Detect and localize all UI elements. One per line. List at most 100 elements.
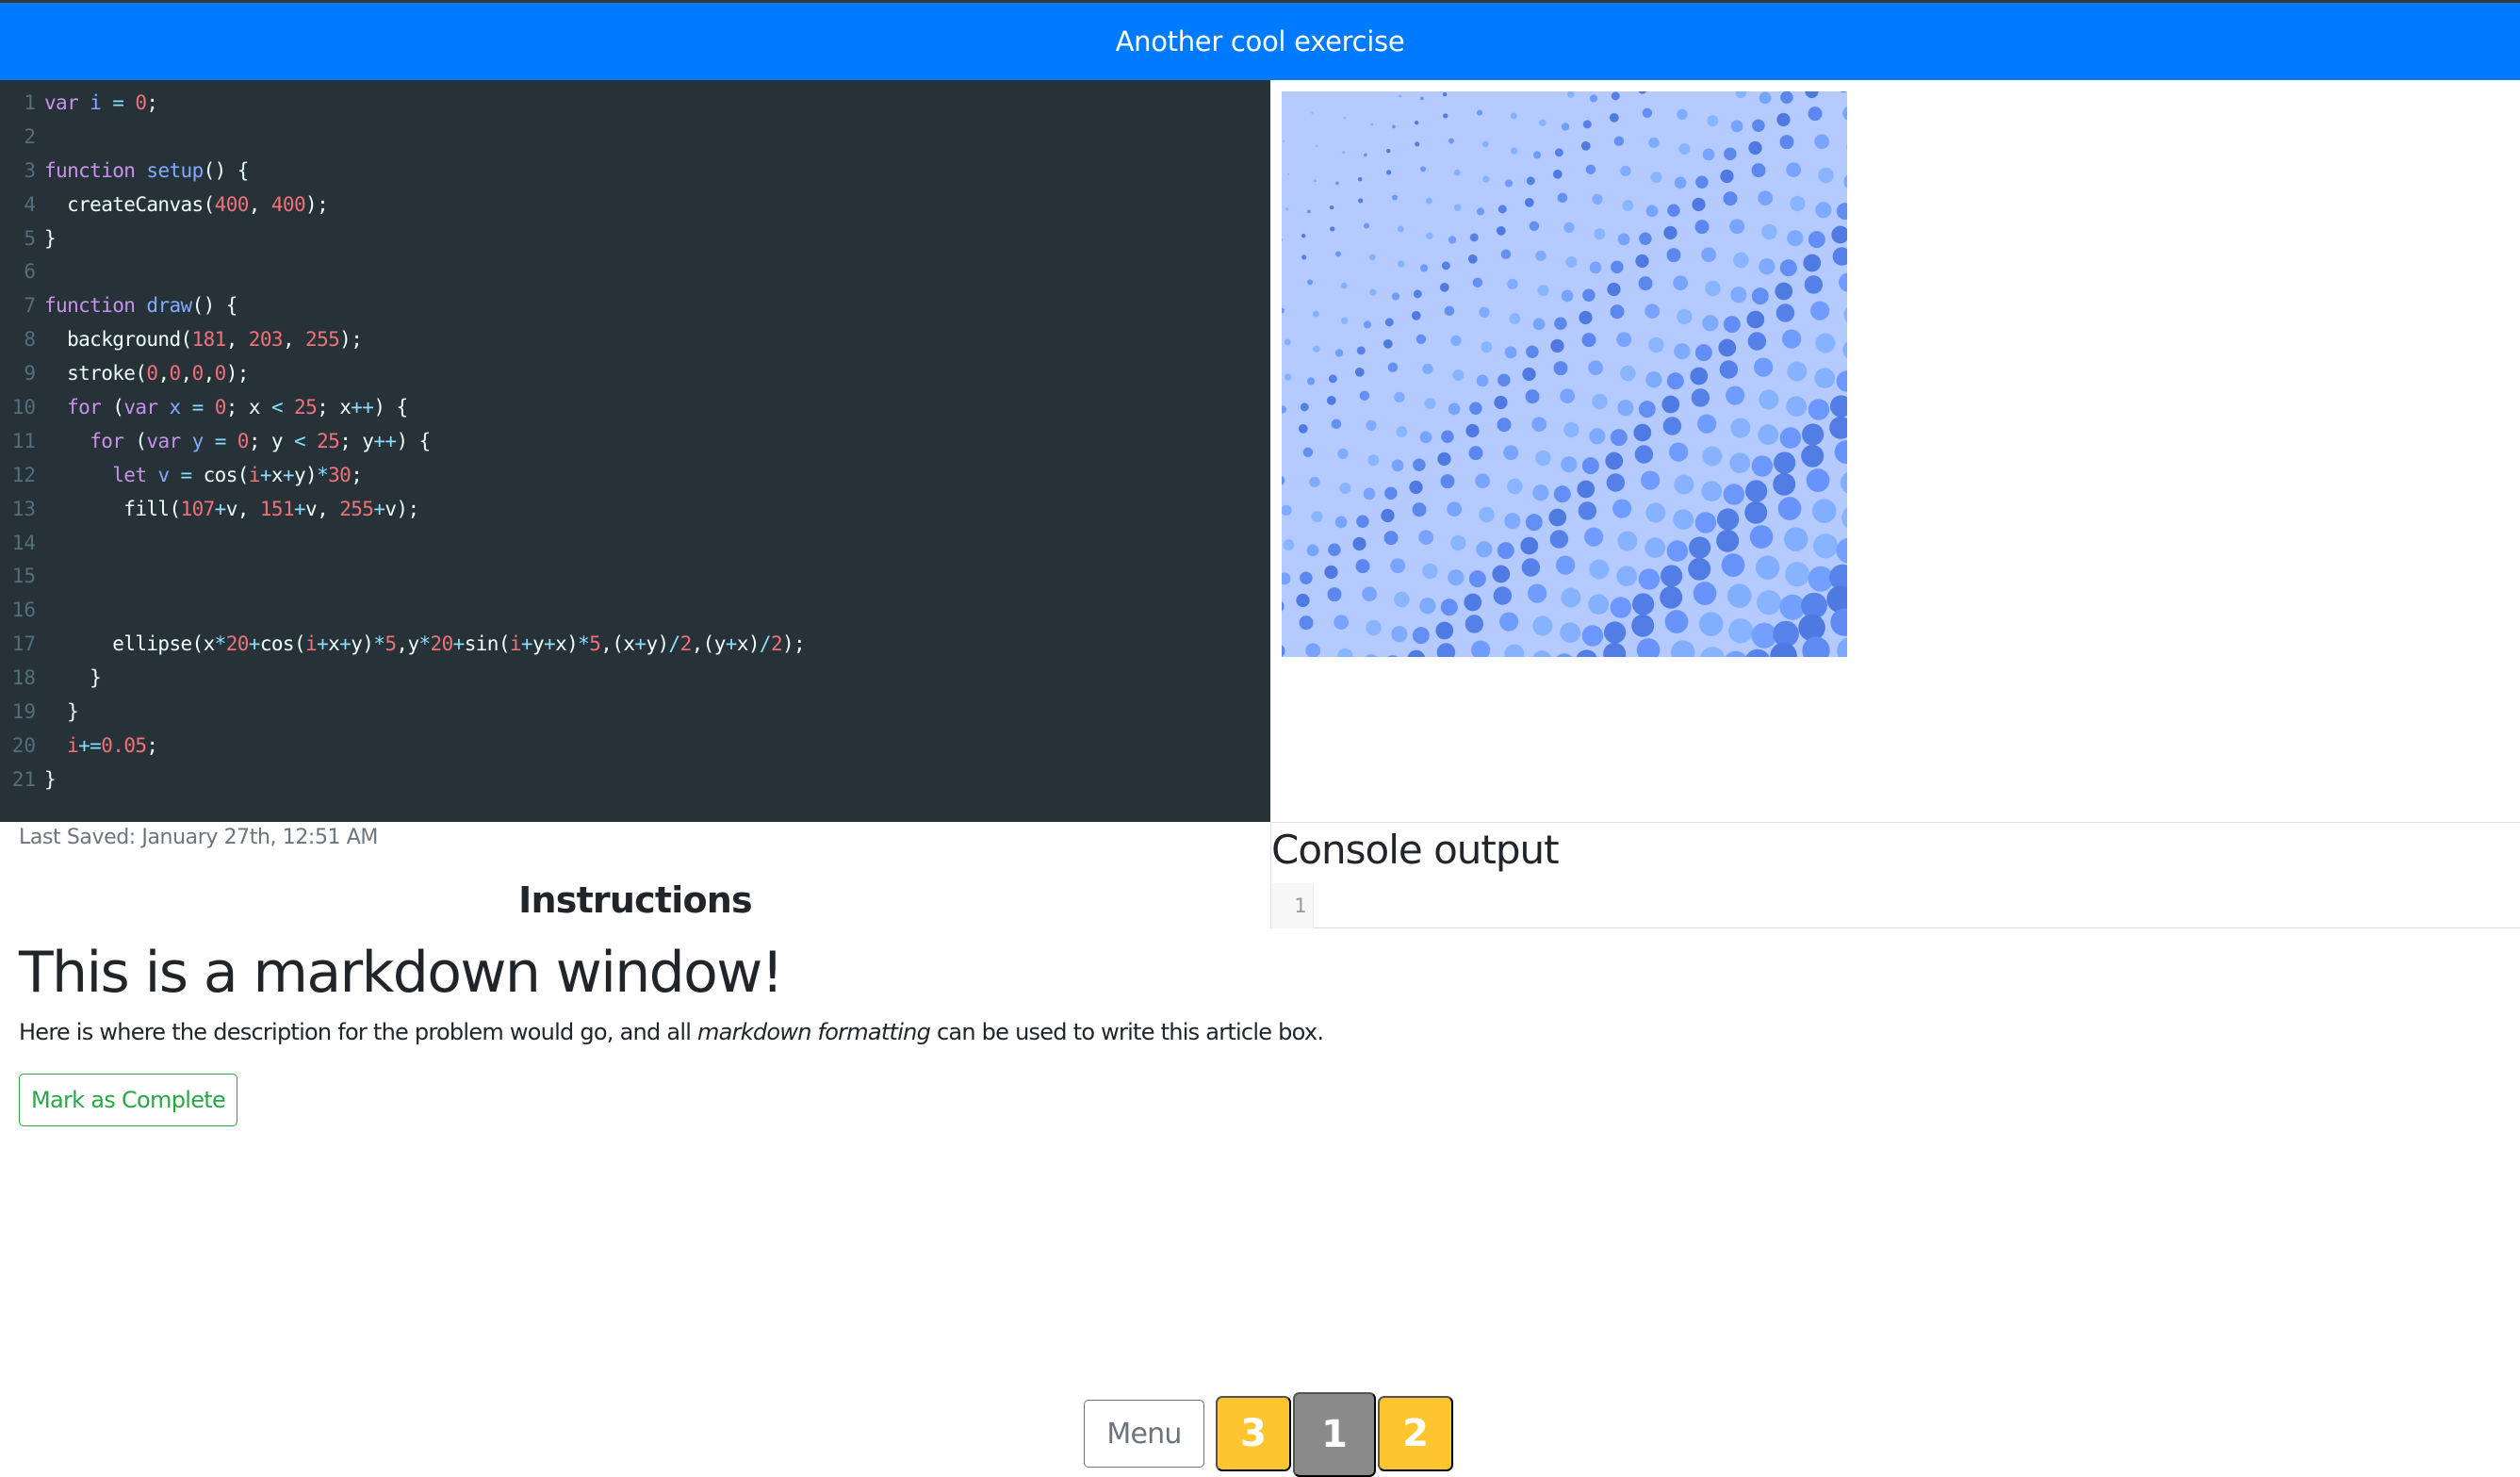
sketch-dot xyxy=(1384,318,1394,327)
mark-complete-button[interactable]: Mark as Complete xyxy=(19,1074,237,1126)
line-number: 11 xyxy=(11,429,36,452)
code-editor[interactable]: 1 var i = 0; 2 3 function setup() {4 createC… xyxy=(0,80,1270,822)
code-token-txt: ; y xyxy=(339,429,374,452)
sketch-dot xyxy=(1631,614,1655,637)
sketch-dot xyxy=(1339,483,1351,495)
code-token-txt: x) xyxy=(555,632,579,656)
code-line[interactable]: 5} xyxy=(0,222,805,256)
code-token-op: + xyxy=(725,632,738,656)
code-token-op: < xyxy=(270,396,284,419)
code-token-txt: , xyxy=(248,192,271,216)
code-token-num: 0 xyxy=(169,362,181,386)
code-line[interactable]: 10 for (var x = 0; x < 25; x++) { xyxy=(0,391,805,425)
code-token-var: y xyxy=(191,429,205,452)
sketch-dot xyxy=(1364,153,1367,157)
code-line[interactable]: 15 xyxy=(0,560,805,594)
sketch-dot xyxy=(1691,388,1710,407)
sketch-dot xyxy=(1500,249,1512,260)
sketch-dot xyxy=(1418,530,1434,546)
code-line[interactable]: 11 for (var y = 0; y < 25; y++) { xyxy=(0,425,805,459)
sketch-dot xyxy=(1413,458,1426,472)
sketch-dot xyxy=(1560,622,1581,644)
page-button-current[interactable]: 1 xyxy=(1293,1392,1376,1477)
code-text: ellipse(x*20+cos(i+x+y)*5,y*20+sin(i+y+x… xyxy=(44,628,805,662)
sketch-dot xyxy=(1415,334,1427,345)
sketch-dot xyxy=(1306,544,1319,557)
line-number: 4 xyxy=(24,192,36,216)
code-line[interactable]: 1 var i = 0; xyxy=(0,87,805,121)
sketch-dot xyxy=(1311,112,1313,114)
code-token-num: 181 xyxy=(191,328,227,352)
code-line[interactable]: 3 function setup() { xyxy=(0,155,805,189)
line-number: 14 xyxy=(11,531,36,554)
sketch-dot xyxy=(1552,169,1563,179)
page-button-next[interactable]: 2 xyxy=(1378,1396,1453,1471)
sketch-dot xyxy=(1387,362,1399,373)
code-line[interactable]: 9 stroke(0,0,0,0); xyxy=(0,357,805,391)
code-line[interactable]: 2 xyxy=(0,121,805,155)
sketch-dot xyxy=(1354,367,1365,377)
sketch-dot xyxy=(1801,444,1825,468)
code-line[interactable]: 4 createCanvas(400, 400); xyxy=(0,189,805,222)
sketch-dot xyxy=(1645,304,1661,320)
sketch-dot xyxy=(1504,346,1517,359)
sketch-dot xyxy=(1744,501,1768,524)
code-line[interactable]: 7 function draw() { xyxy=(0,289,805,323)
sketch-dot xyxy=(1535,250,1546,261)
line-number: 9 xyxy=(24,362,36,386)
sketch-dot xyxy=(1510,112,1517,120)
sketch-dot xyxy=(1453,169,1461,176)
code-line[interactable]: 20 i+=0.05; xyxy=(0,730,805,763)
code-line[interactable]: 16 xyxy=(0,594,805,628)
sketch-dot xyxy=(1328,543,1341,557)
code-token-op: * xyxy=(418,632,432,656)
page-button-prev[interactable]: 3 xyxy=(1216,1396,1291,1471)
code-line[interactable]: 13 fill(107+v, 151+v, 255+v); xyxy=(0,493,805,527)
sketch-dot xyxy=(1370,123,1374,126)
sketch-dot xyxy=(1634,445,1654,464)
sketch-dot xyxy=(1497,373,1511,387)
code-token-txt: y xyxy=(532,632,545,656)
code-line[interactable]: 21} xyxy=(0,763,805,797)
sketch-dot xyxy=(1787,230,1804,247)
sketch-dot xyxy=(1594,228,1606,240)
sketch-dot xyxy=(1702,148,1715,161)
code-line[interactable]: 6 xyxy=(0,255,805,289)
sketch-dot xyxy=(1334,615,1350,631)
sketch-dot xyxy=(1392,194,1399,201)
sketch-dot xyxy=(1352,536,1366,551)
sketch-dot xyxy=(1440,474,1455,489)
code-lines[interactable]: 1 var i = 0; 2 3 function setup() {4 createC… xyxy=(0,87,806,797)
code-line[interactable]: 8 background(181, 203, 255); xyxy=(0,323,805,357)
code-line[interactable]: 14 xyxy=(0,527,805,561)
sketch-dot xyxy=(1306,377,1316,386)
code-token-txt: , xyxy=(203,362,216,386)
sketch-dot xyxy=(1718,338,1737,357)
code-token-txt: } xyxy=(44,700,79,724)
code-token-op: + xyxy=(294,497,306,520)
code-text: stroke(0,0,0,0); xyxy=(44,357,249,391)
code-token-num: 255 xyxy=(305,328,340,352)
code-line[interactable]: 17 ellipse(x*20+cos(i+x+y)*5,y*20+sin(i+… xyxy=(0,628,806,662)
code-line[interactable]: 19 } xyxy=(0,696,805,730)
sketch-dot xyxy=(1620,165,1631,176)
exercise-title: Another cool exercise xyxy=(1115,25,1405,57)
sketch-dot xyxy=(1579,310,1593,325)
code-token-txt: ,(y xyxy=(691,632,727,656)
sketch-dot xyxy=(1673,275,1689,291)
sketch-dot xyxy=(1329,205,1334,210)
sketch-dot xyxy=(1412,627,1430,645)
sketch-dot xyxy=(1641,470,1661,490)
code-line[interactable]: 12 let v = cos(i+x+y)*30; xyxy=(0,459,805,493)
paragraph-text: Here is where the description for the pr… xyxy=(19,1019,698,1045)
sketch-dot xyxy=(1476,541,1493,558)
sketch-dot xyxy=(1565,256,1578,269)
code-line[interactable]: 18 } xyxy=(0,662,805,696)
sketch-dot xyxy=(1441,430,1454,444)
sketch-dot xyxy=(1448,138,1455,144)
menu-button[interactable]: Menu xyxy=(1084,1400,1204,1468)
